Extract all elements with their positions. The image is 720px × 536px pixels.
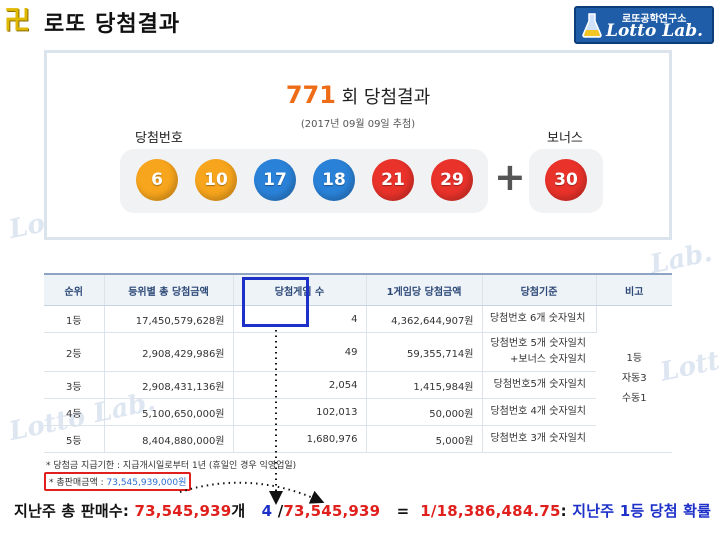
- summary-denominator: 73,545,939: [283, 502, 381, 520]
- arrow-sales-to-denominator: [179, 481, 325, 504]
- summary-winners: 4: [261, 502, 273, 520]
- summary-colon: :: [560, 502, 573, 520]
- summary-prefix: 지난주 총 판매수:: [14, 502, 135, 520]
- summary-equals: =: [391, 502, 415, 520]
- summary-probability: 1/18,386,484.75: [420, 502, 561, 520]
- summary-suffix: 지난주 1등 당첨 확률: [572, 502, 712, 520]
- annotation-arrows: [179, 330, 325, 505]
- probability-summary: 지난주 총 판매수: 73,545,939개 4 /73,545,939 = 1…: [14, 500, 711, 521]
- summary-slash: /: [272, 502, 284, 520]
- summary-total-sold: 73,545,939: [134, 502, 232, 520]
- summary-unit: 개: [231, 502, 246, 520]
